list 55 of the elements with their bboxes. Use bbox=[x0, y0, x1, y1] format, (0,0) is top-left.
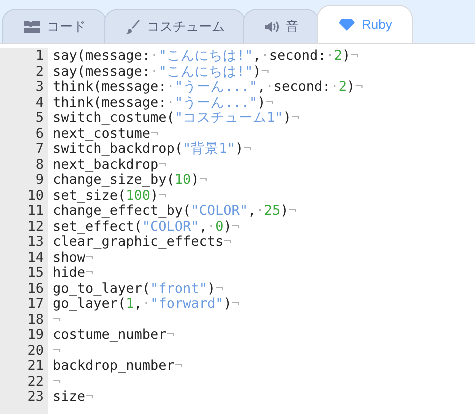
line-number: 22 bbox=[26, 374, 45, 390]
line-number: 11 bbox=[26, 203, 45, 219]
speaker-icon bbox=[264, 20, 280, 34]
line-number: 7 bbox=[34, 141, 45, 157]
code-line: backdrop_number¬ bbox=[53, 358, 184, 374]
code-line: say(message:·"こんにちは!",·second:·2)¬ bbox=[53, 48, 360, 64]
code-line: switch_costume("コスチューム1")¬ bbox=[53, 110, 301, 126]
code-line: hide¬ bbox=[53, 265, 95, 281]
code-line: next_costume¬ bbox=[53, 126, 160, 142]
code-line: go_to_layer("front")¬ bbox=[53, 280, 225, 296]
code-line: change_size_by(10)¬ bbox=[53, 172, 208, 188]
line-number: 6 bbox=[34, 126, 45, 142]
code-line: ¬ bbox=[53, 342, 62, 358]
line-number: 13 bbox=[26, 234, 45, 250]
line-number: 18 bbox=[26, 312, 45, 328]
line-number: 19 bbox=[26, 327, 45, 343]
blocks-icon bbox=[23, 20, 41, 34]
tab[interactable]: コード bbox=[2, 9, 107, 43]
line-number: 8 bbox=[34, 156, 45, 172]
code-line: clear_graphic_effects¬ bbox=[53, 234, 233, 250]
line-number: 4 bbox=[34, 94, 45, 110]
line-number: 2 bbox=[34, 64, 45, 80]
line-number: 5 bbox=[34, 110, 45, 126]
code-line: say(message:·"こんにちは!")¬ bbox=[53, 64, 270, 80]
line-number: 10 bbox=[26, 188, 45, 204]
line-number: 15 bbox=[26, 265, 45, 281]
code-line: ¬ bbox=[53, 312, 62, 328]
code-line: go_layer(1,·"forward")¬ bbox=[53, 296, 242, 312]
line-number: 1 bbox=[34, 48, 45, 64]
code-line: set_size(100)¬ bbox=[53, 188, 168, 204]
code-line: show¬ bbox=[53, 250, 95, 266]
tab[interactable]: 音 bbox=[243, 9, 320, 43]
code-editor[interactable] bbox=[0, 43, 475, 414]
line-number: 23 bbox=[26, 389, 45, 405]
code-line: think(message:·"うーん...",·second:·2)¬ bbox=[53, 79, 364, 95]
code-line: set_effect("COLOR",·0)¬ bbox=[53, 218, 242, 234]
code-line: costume_number¬ bbox=[53, 327, 176, 343]
line-number: 9 bbox=[34, 172, 45, 188]
line-number: 16 bbox=[26, 280, 45, 296]
brush-icon bbox=[125, 18, 141, 34]
line-number: 20 bbox=[26, 342, 45, 358]
gem-icon bbox=[338, 18, 356, 32]
code-line: switch_backdrop("背景1")¬ bbox=[53, 141, 253, 157]
code-line: think(message:·"うーん...")¬ bbox=[53, 94, 275, 110]
code-line: ¬ bbox=[53, 374, 62, 390]
line-number: 12 bbox=[26, 218, 45, 234]
line-number: 3 bbox=[34, 79, 45, 95]
code-line: size¬ bbox=[53, 389, 95, 405]
code-line: change_effect_by("COLOR",·25)¬ bbox=[53, 203, 298, 219]
tab[interactable]: Ruby bbox=[317, 5, 414, 43]
line-number: 21 bbox=[26, 358, 45, 374]
line-number: 17 bbox=[26, 296, 45, 312]
tab[interactable]: コスチューム bbox=[104, 9, 246, 43]
line-number: 14 bbox=[26, 250, 45, 266]
code-line: next_backdrop¬ bbox=[53, 156, 168, 172]
